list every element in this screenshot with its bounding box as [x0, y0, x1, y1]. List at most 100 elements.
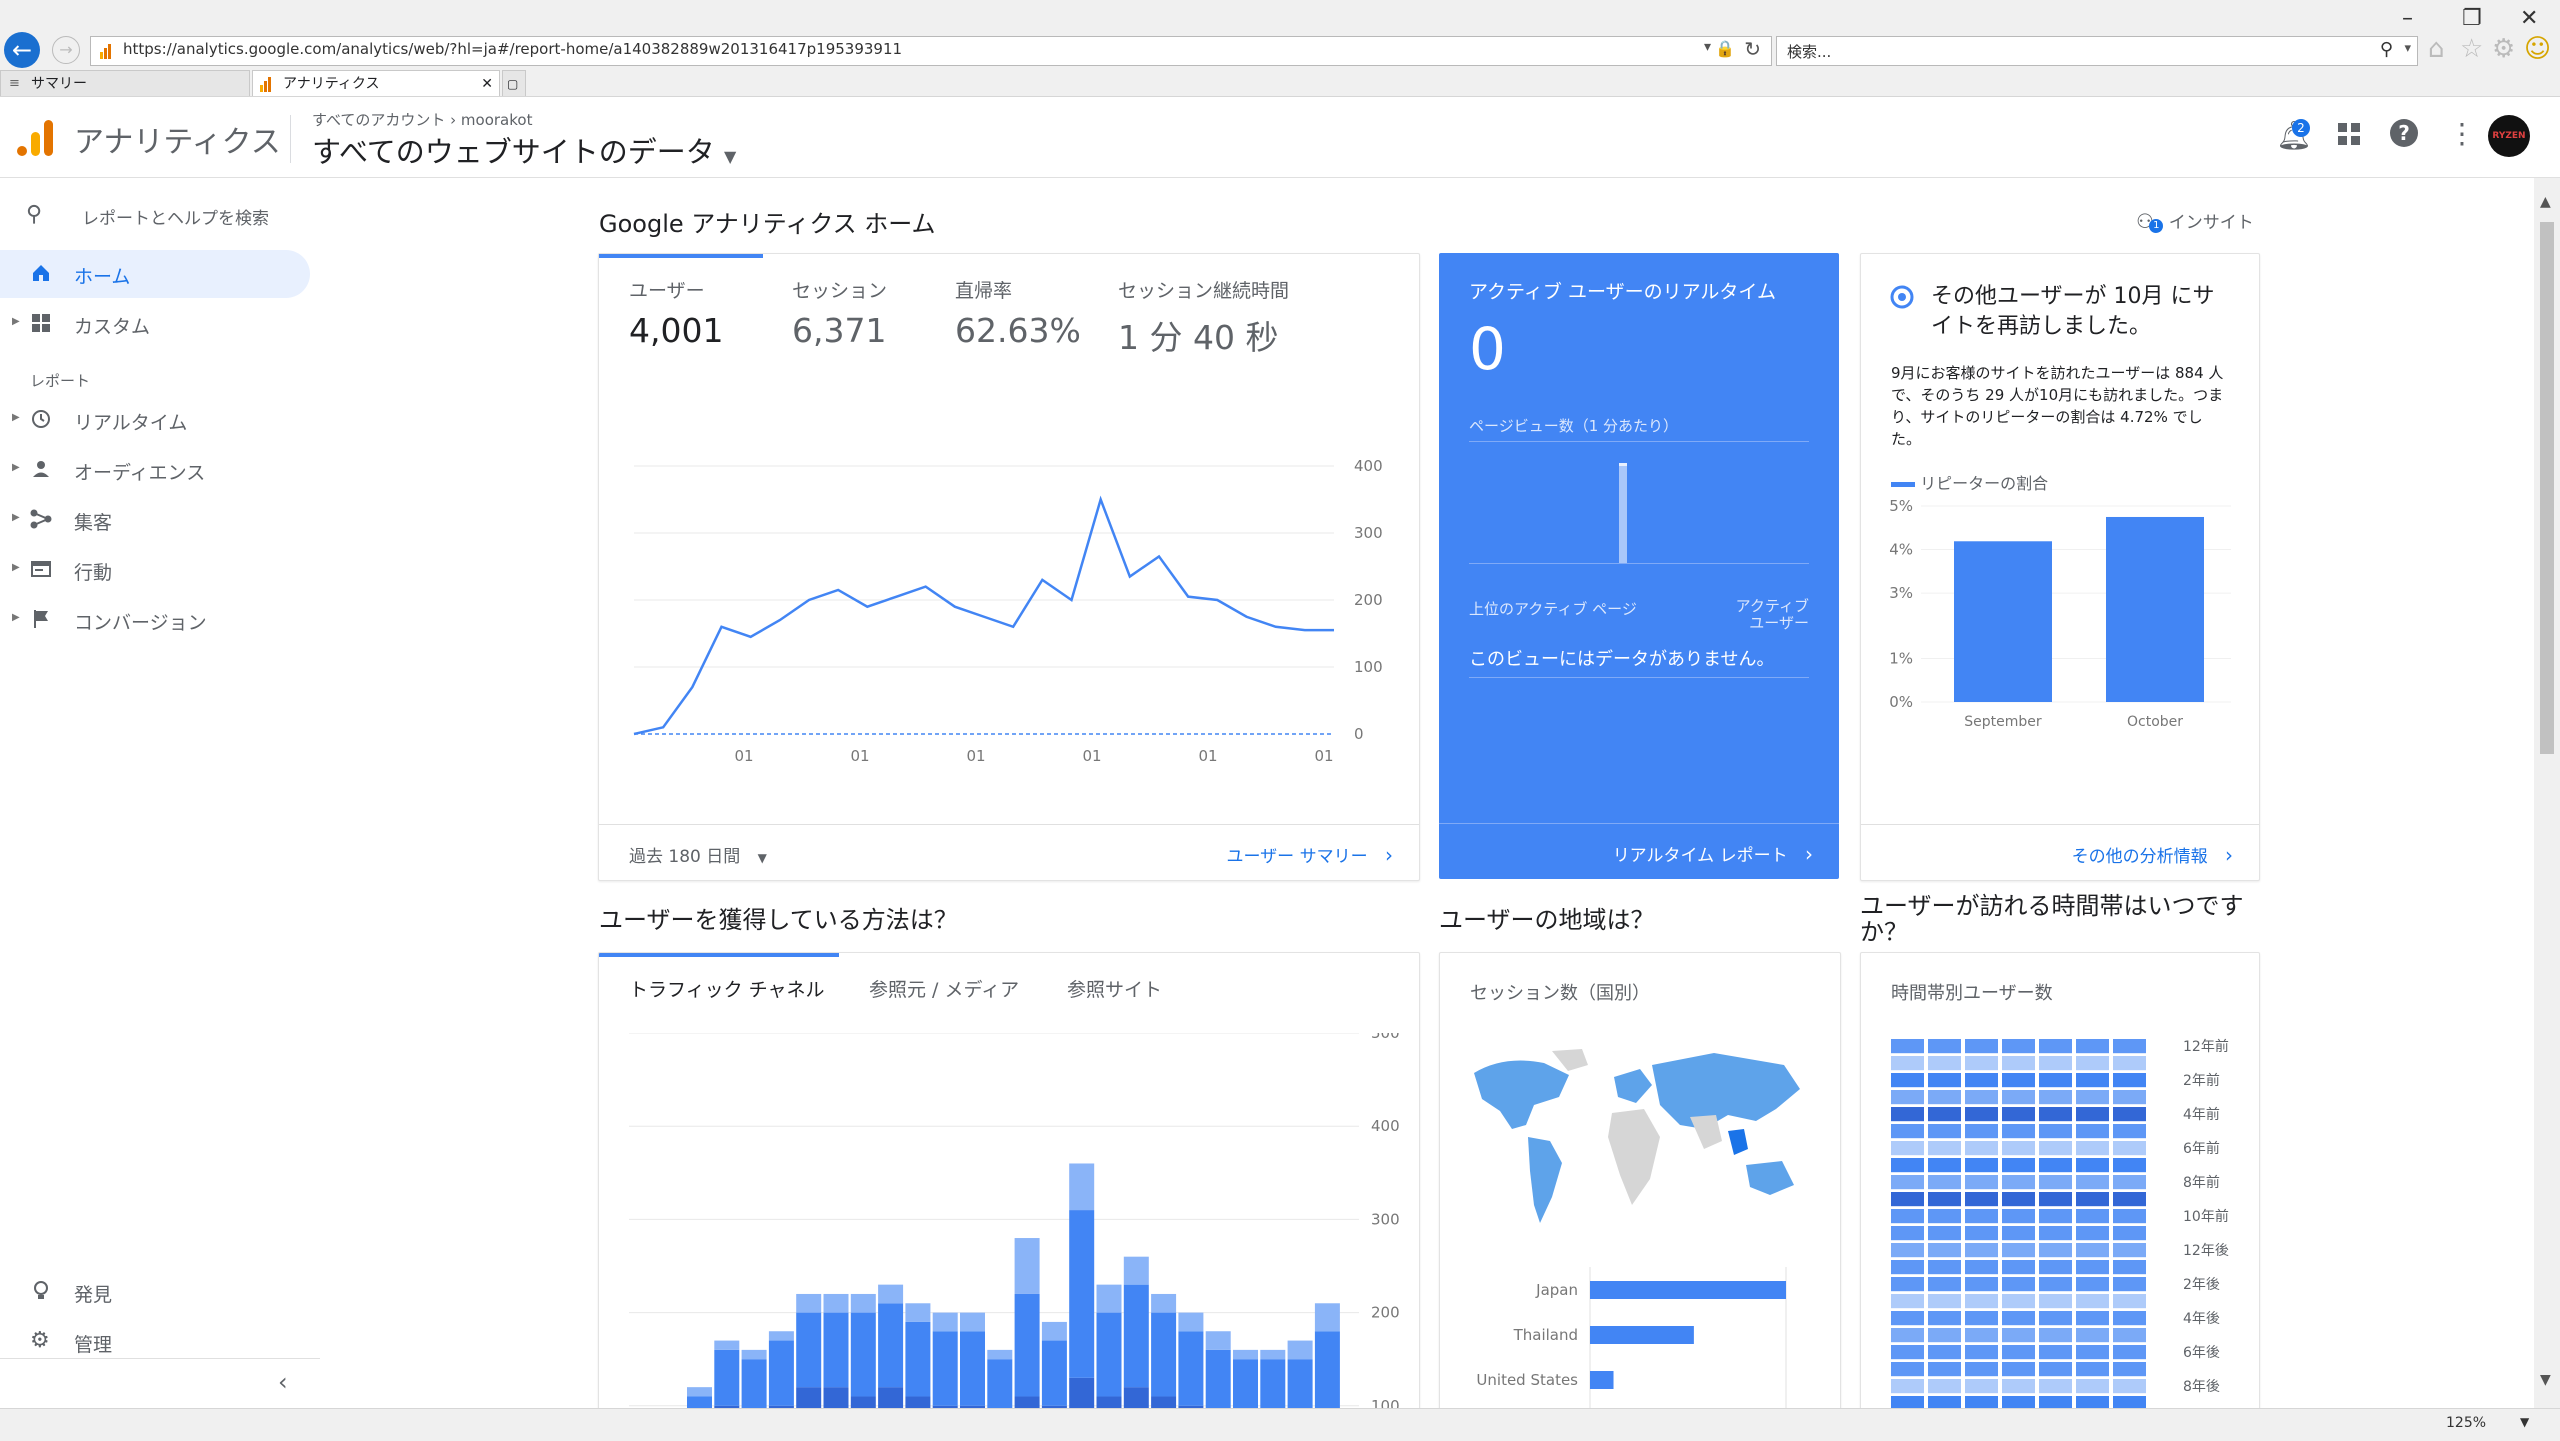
- heatmap-cell: [2002, 1107, 2035, 1122]
- back-button[interactable]: ←: [4, 32, 40, 68]
- vertical-scrollbar[interactable]: ▲ ▼: [2534, 178, 2560, 1408]
- avatar[interactable]: RYZEN: [2488, 115, 2530, 157]
- zoom-level[interactable]: 125%: [2446, 1415, 2486, 1431]
- new-tab-button[interactable]: ▢: [502, 70, 526, 96]
- app-header: アナリティクス すべてのアカウント › moorakot すべてのウェブサイトの…: [0, 97, 2560, 178]
- y-tick-label: 4年後: [2183, 1311, 2220, 1327]
- heatmap-cell: [1891, 1141, 1924, 1156]
- tab-analytics[interactable]: アナリティクス ✕: [252, 70, 500, 96]
- users-line-chart: 0100200300400016月017月018月019月0110月0111月: [633, 457, 1383, 764]
- heatmap-cell: [2002, 1158, 2035, 1173]
- settings-gear-icon[interactable]: ⚙: [2492, 34, 2515, 64]
- metric-sessions[interactable]: セッション 6,371: [792, 276, 887, 350]
- heatmap-cell: [2076, 1362, 2109, 1377]
- sidebar-item-realtime[interactable]: ▶ リアルタイム: [0, 396, 310, 444]
- heatmap-cell: [2002, 1056, 2035, 1071]
- browser-search-box[interactable]: 検索... ⚲ ▾: [1776, 36, 2418, 66]
- divider: [1469, 677, 1809, 678]
- heatmap-cell: [1965, 1192, 1998, 1207]
- lock-icon[interactable]: 🔒: [1715, 39, 1735, 58]
- zoom-dropdown-icon[interactable]: ▼: [2520, 1415, 2529, 1429]
- dashboard-icon: [30, 312, 52, 334]
- heatmap-cell: [1965, 1328, 1998, 1343]
- scroll-down-arrow-icon[interactable]: ▼: [2540, 1372, 2551, 1388]
- user-summary-link[interactable]: ユーザー サマリー ›: [1227, 842, 1393, 867]
- sidebar-search-input[interactable]: レポートとヘルプを検索: [82, 204, 269, 229]
- stacked-bar-segment: [905, 1303, 931, 1322]
- refresh-icon[interactable]: ↻: [1744, 37, 1761, 61]
- y-tick-label: 400: [1371, 1117, 1400, 1135]
- breadcrumb[interactable]: すべてのアカウント › moorakot: [312, 109, 532, 130]
- heatmap-cell: [1965, 1056, 1998, 1071]
- date-range-selector[interactable]: 過去 180 日間 ▼: [629, 842, 767, 867]
- heatmap-cell: [2039, 1090, 2072, 1105]
- sidebar-item-discover[interactable]: 発見: [0, 1268, 310, 1316]
- sidebar-item-home[interactable]: ホーム: [0, 250, 310, 298]
- breadcrumb-separator: ›: [450, 111, 457, 129]
- y-tick-label: 200: [1354, 591, 1383, 609]
- heatmap-cell: [1891, 1175, 1924, 1190]
- home-icon[interactable]: ⌂: [2428, 34, 2445, 64]
- restore-button[interactable]: ❐: [2462, 6, 2482, 31]
- forward-button[interactable]: →: [52, 36, 80, 64]
- metric-session-duration[interactable]: セッション継続時間 1 分 40 秒: [1118, 276, 1289, 359]
- chevron-right-icon: ›: [1805, 842, 1813, 866]
- metric-users[interactable]: ユーザー 4,001: [629, 276, 723, 350]
- search-icon[interactable]: ⚲: [26, 202, 42, 227]
- search-icon[interactable]: ⚲: [2380, 39, 2393, 60]
- tab-close-icon[interactable]: ✕: [481, 71, 493, 97]
- smiley-icon[interactable]: ☺: [2524, 34, 2551, 64]
- scroll-thumb[interactable]: [2540, 222, 2554, 754]
- view-selector[interactable]: すべてのウェブサイトのデータ ▼: [312, 129, 736, 171]
- heatmap-cell: [1891, 1277, 1924, 1292]
- minimize-button[interactable]: –: [2402, 6, 2413, 31]
- heatmap-cell: [2002, 1090, 2035, 1105]
- apps-grid-icon[interactable]: [2338, 123, 2360, 149]
- tab-referrals[interactable]: 参照サイト: [1067, 975, 1162, 1002]
- scroll-up-arrow-icon[interactable]: ▲: [2540, 194, 2551, 210]
- metric-label: ユーザー: [629, 280, 705, 302]
- more-vert-icon[interactable]: ⋮: [2448, 117, 2476, 150]
- sidebar-item-acquisition[interactable]: ▶ 集客: [0, 496, 310, 544]
- metric-selected-indicator: [599, 254, 763, 258]
- heatmap-cell: [1928, 1260, 1961, 1275]
- category-label: United States: [1476, 1371, 1578, 1389]
- favorites-icon[interactable]: ☆: [2460, 34, 2483, 64]
- heatmap-cell: [2039, 1277, 2072, 1292]
- close-window-button[interactable]: ✕: [2520, 6, 2538, 31]
- tab-summary[interactable]: ≡ サマリー: [0, 70, 250, 96]
- heatmap-cell: [1891, 1073, 1924, 1088]
- sidebar-item-custom[interactable]: ▶ カスタム: [0, 300, 310, 348]
- geo-subtitle: セッション数（国別）: [1470, 983, 1650, 1004]
- sidebar-item-behavior[interactable]: ▶ 行動: [0, 546, 310, 594]
- stacked-bar-segment: [1069, 1210, 1095, 1378]
- insights-button[interactable]: ⚇ 1 インサイト: [2136, 208, 2254, 233]
- heatmap-cell: [1965, 1141, 1998, 1156]
- y-tick-label: 300: [1371, 1210, 1400, 1228]
- tab-source-medium[interactable]: 参照元 / メディア: [869, 975, 1019, 1002]
- collapse-sidebar-icon[interactable]: ‹: [278, 1368, 288, 1396]
- sidebar-item-audience[interactable]: ▶ オーディエンス: [0, 446, 310, 494]
- time-subtitle: 時間帯別ユーザー数: [1891, 983, 2053, 1004]
- heatmap-cell: [2002, 1328, 2035, 1343]
- heatmap-cell: [1891, 1107, 1924, 1122]
- realtime-value: 0: [1469, 315, 1506, 383]
- help-icon[interactable]: ?: [2390, 119, 2418, 147]
- sidebar-item-conversions[interactable]: ▶ コンバージョン: [0, 596, 310, 644]
- dropdown-icon[interactable]: ▾: [1704, 39, 1711, 55]
- heatmap-cell: [2076, 1243, 2109, 1258]
- tab-traffic-channel[interactable]: トラフィック チャネル: [629, 975, 824, 1002]
- heatmap-cell: [1928, 1226, 1961, 1241]
- stacked-bar-segment: [987, 1349, 1013, 1360]
- address-bar[interactable]: https://analytics.google.com/analytics/w…: [90, 36, 1772, 66]
- search-dropdown-icon[interactable]: ▾: [2404, 41, 2411, 56]
- metric-bounce-rate[interactable]: 直帰率 62.63%: [955, 276, 1081, 350]
- legend-swatch: [1891, 482, 1915, 487]
- browser-chrome: ← → https://analytics.google.com/analyti…: [0, 0, 2560, 97]
- heatmap-cell: [1965, 1124, 1998, 1139]
- y-tick-label: 400: [1354, 457, 1383, 475]
- analytics-logo-icon[interactable]: [16, 117, 56, 161]
- realtime-report-link[interactable]: リアルタイム レポート ›: [1613, 841, 1813, 866]
- more-insights-link[interactable]: その他の分析情報 ›: [2072, 842, 2233, 867]
- metric-label: 直帰率: [955, 280, 1013, 302]
